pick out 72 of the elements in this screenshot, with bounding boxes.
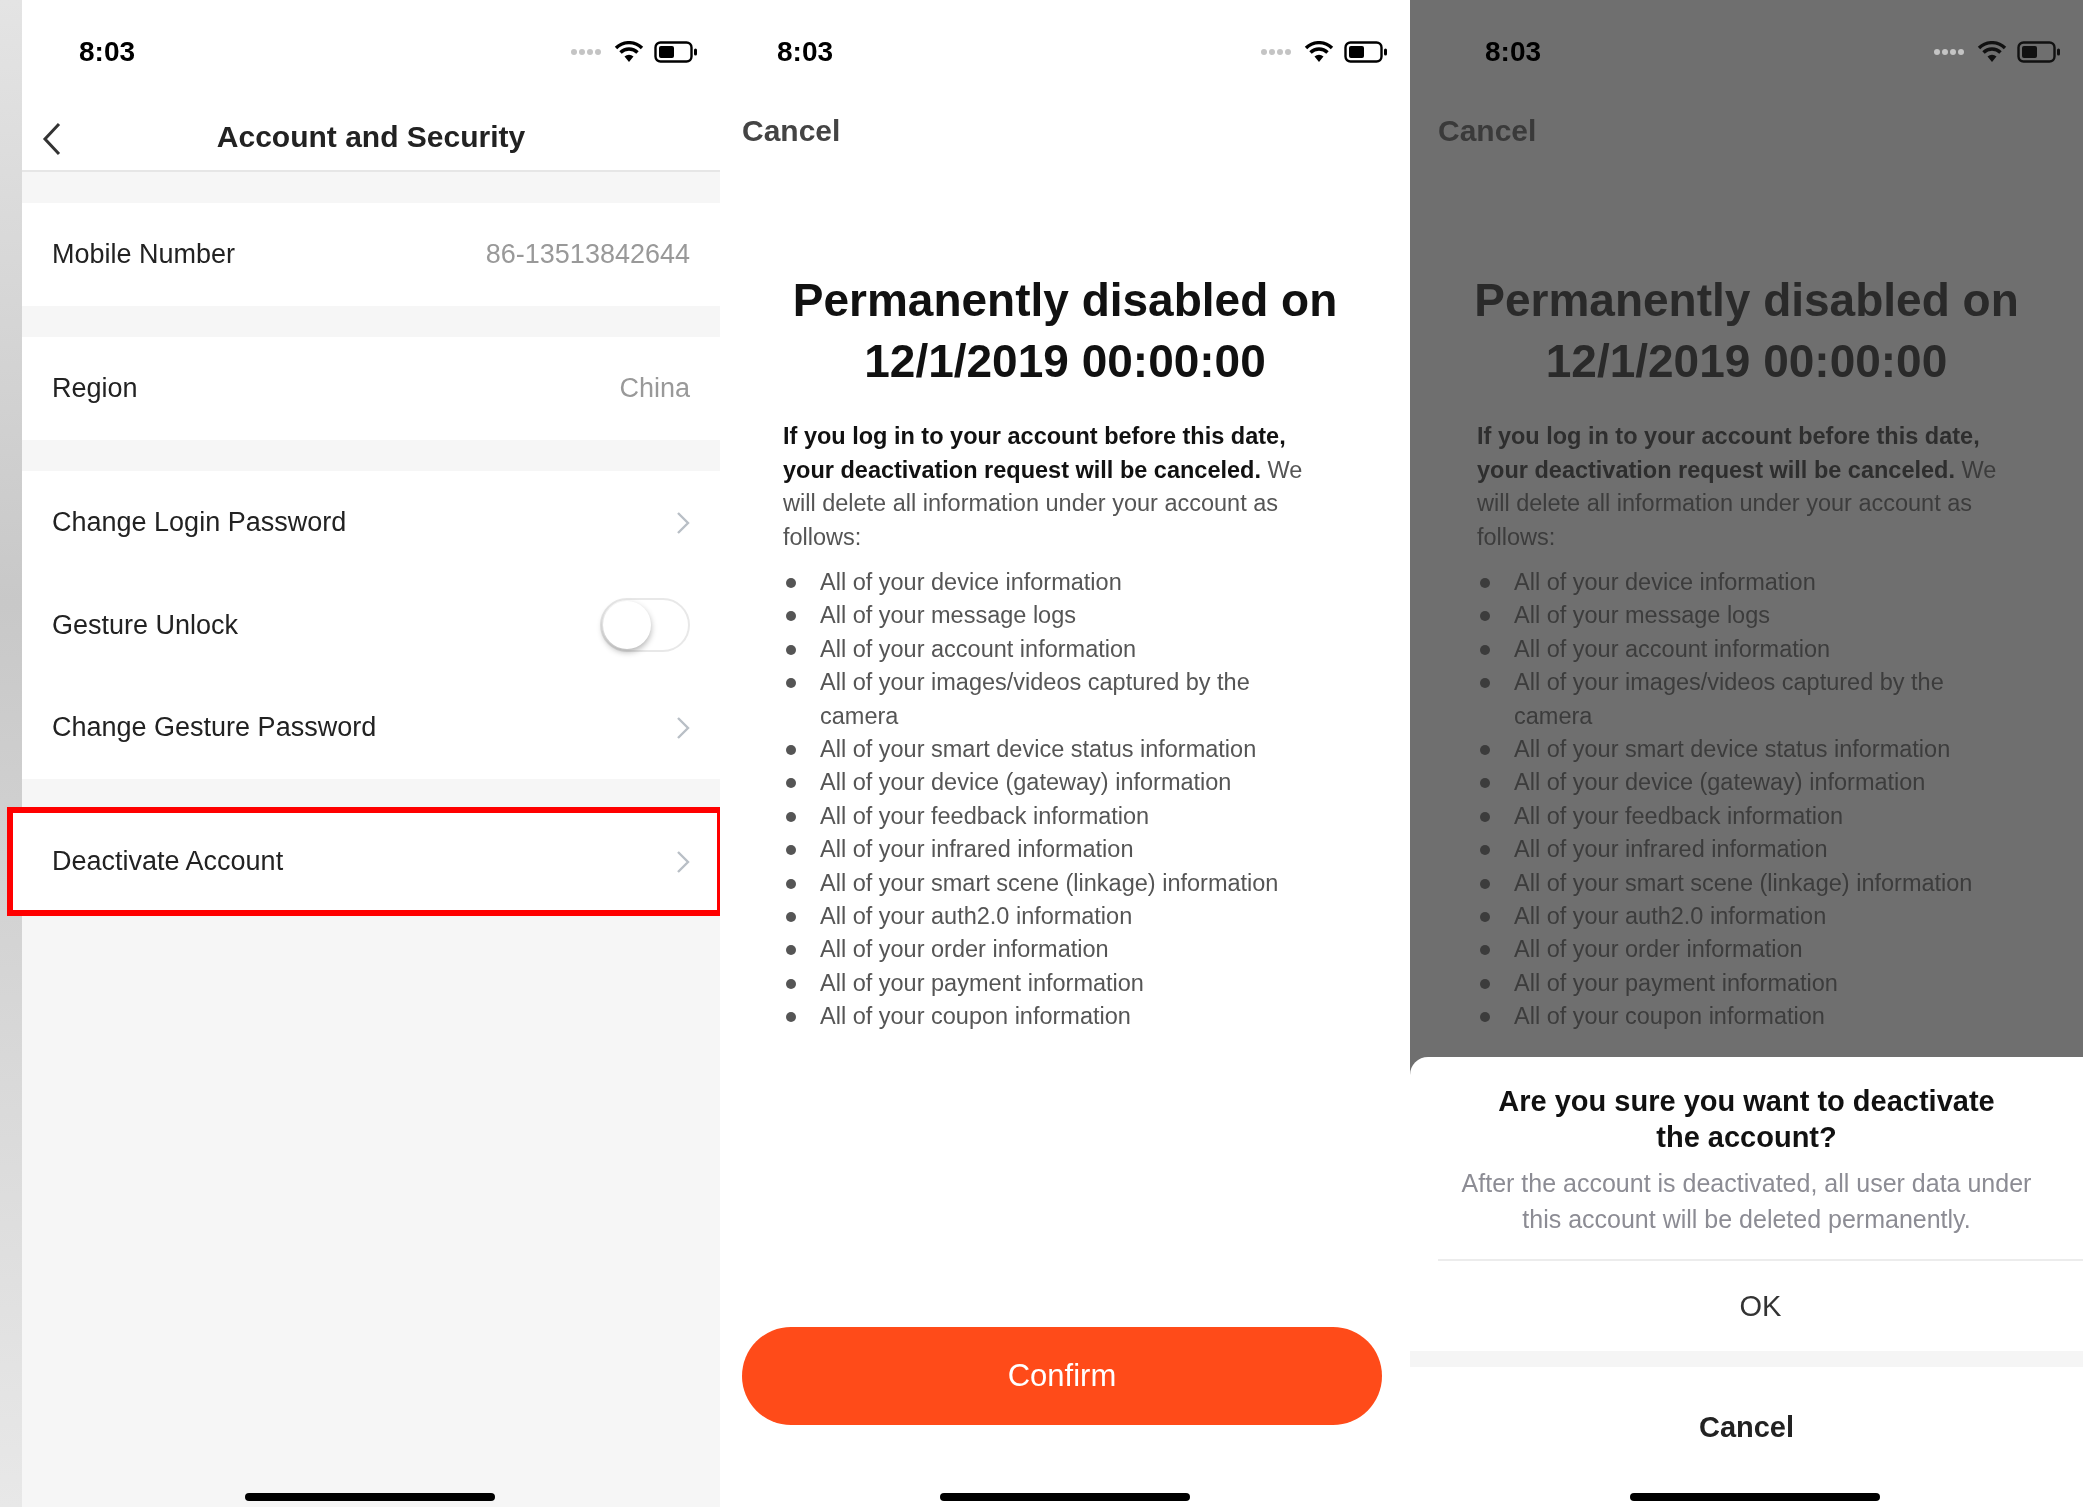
bullet-icon xyxy=(786,945,796,956)
bullet-icon xyxy=(1480,945,1490,956)
bullet-icon xyxy=(1480,912,1490,923)
bullet-icon xyxy=(786,912,796,923)
row-label: Deactivate Account xyxy=(52,846,284,877)
status-time: 8:03 xyxy=(79,36,136,68)
row-value: 86-13513842644 xyxy=(485,239,690,270)
row-label: Gesture Unlock xyxy=(52,609,239,641)
chevron-right-icon xyxy=(676,849,690,874)
wifi-icon xyxy=(614,41,644,63)
list-item-text: All of your smart scene (linkage) information xyxy=(820,868,1279,898)
chevron-right-icon xyxy=(676,510,690,535)
bullet-icon xyxy=(786,578,796,588)
battery-icon xyxy=(654,41,698,63)
screen-title: Account and Security xyxy=(216,120,526,154)
signal-icon xyxy=(1260,48,1294,56)
dialog-title: Are you sure you want to deactivate the account? xyxy=(1497,1084,1996,1155)
bullet-icon xyxy=(786,878,796,889)
bullet-icon xyxy=(786,845,796,856)
bullet-icon xyxy=(786,978,796,989)
list-item-text: All of your auth2.0 information xyxy=(820,902,1133,932)
bullet-icon xyxy=(1480,1012,1490,1023)
bullet-icon xyxy=(1480,611,1490,622)
toggle-switch[interactable] xyxy=(600,598,690,652)
notice-text: If you log in to your account before this date, your deactivation request will be canceled. We will delete all information under your account as follows: xyxy=(783,422,1304,552)
battery-icon xyxy=(2017,41,2061,63)
status-time: 8:03 xyxy=(1485,36,1542,68)
list-item-text: All of your images/videos captured by the camera xyxy=(820,668,1251,731)
list-item-text: All of your account information xyxy=(820,634,1137,664)
dialog-message: After the account is deactivated, all user data under this account will be deleted permanently. xyxy=(1460,1168,2033,1235)
status-time: 8:03 xyxy=(777,36,834,68)
list-item-text: All of your device (gateway) information xyxy=(820,768,1232,798)
bullet-icon xyxy=(1480,745,1490,756)
bullet-icon xyxy=(1480,778,1490,789)
battery-icon xyxy=(1344,41,1388,63)
bullet-icon xyxy=(1480,644,1490,655)
wifi-icon xyxy=(1304,41,1334,63)
settings-row[interactable]: Deactivate Account xyxy=(10,810,720,913)
bullet-icon xyxy=(1480,845,1490,856)
bullet-icon xyxy=(1480,678,1490,689)
signal-icon xyxy=(1933,48,1967,56)
back-icon[interactable] xyxy=(42,122,62,156)
list-item-text: All of your coupon information xyxy=(820,1002,1131,1032)
bullet-icon xyxy=(786,778,796,789)
chevron-right-icon xyxy=(676,715,690,740)
row-label: Mobile Number xyxy=(52,239,236,270)
row-label: Change Login Password xyxy=(52,507,347,538)
signal-icon xyxy=(570,48,604,56)
bullet-icon xyxy=(786,745,796,756)
notice-heading: Permanently disabled on 12/1/2019 00:00:00 xyxy=(1473,273,2020,389)
bullet-icon xyxy=(786,678,796,689)
wifi-icon xyxy=(1977,41,2007,63)
notice-heading: Permanently disabled on 12/1/2019 00:00:00 xyxy=(791,273,1339,389)
bullet-icon xyxy=(786,611,796,622)
list-item-text: All of your infrared information xyxy=(820,835,1134,865)
bullet-icon xyxy=(786,1012,796,1023)
bullet-icon xyxy=(1480,811,1490,822)
bullet-icon xyxy=(1480,978,1490,989)
row-label: Region xyxy=(52,373,138,404)
list-item-text: All of your smart device status information xyxy=(820,735,1257,765)
bullet-icon xyxy=(786,811,796,822)
row-label: Change Gesture Password xyxy=(52,712,377,743)
bullet-icon xyxy=(1480,578,1490,588)
bullet-icon xyxy=(1480,878,1490,889)
list-item-text: All of your device information xyxy=(820,568,1122,597)
cancel-button[interactable]: Cancel xyxy=(742,114,841,148)
list-item-text: All of your payment information xyxy=(820,968,1144,998)
bullet-icon xyxy=(786,644,796,655)
list-item-text: All of your message logs xyxy=(820,601,1076,631)
row-value: China xyxy=(619,373,690,404)
list-item-text: All of your order information xyxy=(820,935,1109,965)
list-item-text: All of your feedback information xyxy=(820,801,1150,831)
